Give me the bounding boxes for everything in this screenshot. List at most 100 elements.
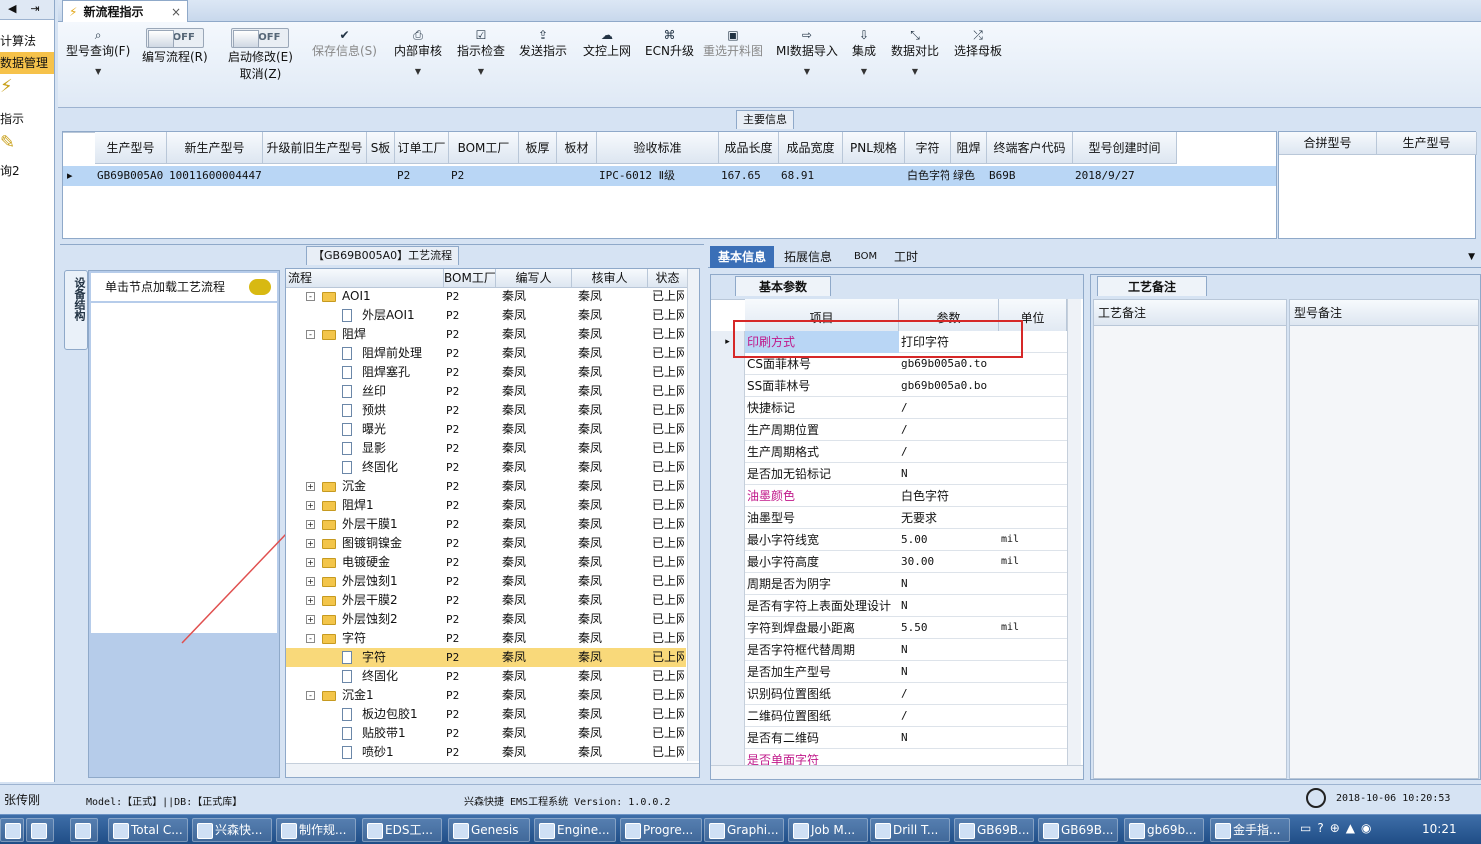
main-info-header[interactable]: 阻焊	[951, 132, 987, 164]
param-value[interactable]: N	[901, 639, 997, 661]
tree-row[interactable]: 曝光 P2 秦凤 秦凤 已上网	[286, 420, 686, 439]
main-info-cell[interactable]: 2018/9/27	[1075, 167, 1175, 185]
expand-toggle-icon[interactable]: +	[306, 553, 315, 572]
mi-import-button[interactable]: ⇨ MI数据导入 ▼	[776, 28, 838, 76]
tree-row[interactable]: + 外层干膜1 P2 秦凤 秦凤 已上网	[286, 515, 686, 534]
main-info-cell[interactable]: 白色字符	[907, 167, 949, 185]
integrate-button[interactable]: ⇩ 集成 ▼	[852, 28, 876, 76]
param-row[interactable]: 二维码位置图纸 /	[711, 705, 1067, 727]
tree-row[interactable]: 终固化 P2 秦凤 秦凤 已上网	[286, 458, 686, 477]
param-row[interactable]: 是否加无铅标记 N	[711, 463, 1067, 485]
expand-toggle-icon[interactable]: -	[306, 287, 315, 306]
param-row[interactable]: 最小字符线宽 5.00 mil	[711, 529, 1067, 551]
tree-row[interactable]: 终固化 P2 秦凤 秦凤 已上网	[286, 667, 686, 686]
model-query-button[interactable]: ⌕ 型号查询(F) ▼	[66, 28, 130, 76]
main-info-cell[interactable]: 68.91	[781, 167, 841, 185]
main-info-header[interactable]: 成品长度	[719, 132, 779, 164]
taskbar-app[interactable]: 制作规...	[276, 818, 356, 842]
chevron-down-icon[interactable]: ▼	[891, 67, 939, 76]
nav-item-instruction[interactable]: 指示	[0, 108, 54, 130]
param-row[interactable]: 是否有二维码 N	[711, 727, 1067, 749]
taskbar-app[interactable]: Graphi...	[704, 818, 784, 842]
exit-icon[interactable]: ⇥	[30, 2, 39, 17]
row-selector[interactable]	[711, 705, 745, 727]
start-modify-toggle[interactable]: OFF 启动修改(E) 取消(Z)	[228, 28, 293, 82]
tree-row[interactable]: + 电镀硬金 P2 秦凤 秦凤 已上网	[286, 553, 686, 572]
taskbar-app[interactable]: 金手指...	[1210, 818, 1290, 842]
param-row[interactable]: 最小字符高度 30.00 mil	[711, 551, 1067, 573]
main-info-header[interactable]: 板材	[557, 132, 597, 164]
main-info-header[interactable]: 成品宽度	[779, 132, 843, 164]
row-selector[interactable]	[711, 617, 745, 639]
param-value[interactable]: /	[901, 419, 997, 441]
param-row[interactable]: 是否字符框代替周期 N	[711, 639, 1067, 661]
tree-row[interactable]: 喷砂1 P2 秦凤 秦凤 已上网	[286, 743, 686, 762]
model-notes-box[interactable]: 型号备注	[1289, 299, 1479, 779]
tree-row[interactable]: 阻焊塞孔 P2 秦凤 秦凤 已上网	[286, 363, 686, 382]
close-icon[interactable]: ×	[171, 5, 181, 19]
main-info-header[interactable]: 验收标准	[597, 132, 719, 164]
param-value[interactable]: 5.50	[901, 617, 997, 639]
chevron-down-icon[interactable]: ▼	[66, 67, 130, 76]
main-info-header[interactable]: 型号创建时间	[1073, 132, 1177, 164]
tree-row[interactable]: + 外层蚀刻1 P2 秦凤 秦凤 已上网	[286, 572, 686, 591]
instruction-check-button[interactable]: ☑ 指示检查 ▼	[457, 28, 505, 76]
taskbar-app[interactable]: Job M...	[788, 818, 868, 842]
tree-row[interactable]: - 阻焊 P2 秦凤 秦凤 已上网	[286, 325, 686, 344]
data-compare-button[interactable]: ⤡ 数据对比 ▼	[891, 28, 939, 76]
row-selector[interactable]	[711, 463, 745, 485]
row-selector[interactable]	[711, 375, 745, 397]
nav-item-query2[interactable]: 询2	[0, 160, 54, 182]
chevron-down-icon[interactable]: ▼	[776, 67, 838, 76]
param-value[interactable]: /	[901, 397, 997, 419]
param-value[interactable]: N	[901, 573, 997, 595]
tray-icons[interactable]: ▭?⊕▲◉	[1300, 821, 1377, 835]
param-row[interactable]: 生产周期格式 /	[711, 441, 1067, 463]
param-row[interactable]: 油墨颜色 白色字符	[711, 485, 1067, 507]
tab-device-structure[interactable]: 设备结构	[64, 270, 88, 350]
tree-row[interactable]: 外层AOI1 P2 秦凤 秦凤 已上网	[286, 306, 686, 325]
param-row[interactable]: 油墨型号 无要求	[711, 507, 1067, 529]
tree-row[interactable]: 字符 P2 秦凤 秦凤 已上网	[286, 648, 686, 667]
main-info-cell[interactable]: 10011600004447	[169, 167, 261, 185]
main-info-header[interactable]: 生产型号	[95, 132, 167, 164]
tree-row[interactable]: + 外层蚀刻2 P2 秦凤 秦凤 已上网	[286, 610, 686, 629]
param-row[interactable]: 是否有字符上表面处理设计 N	[711, 595, 1067, 617]
param-value[interactable]: gb69b005a0.bo	[901, 375, 997, 397]
row-selector[interactable]	[711, 529, 745, 551]
ecn-upgrade-button[interactable]: ⌘ ECN升级	[645, 28, 694, 59]
tree-row[interactable]: 贴胶带1 P2 秦凤 秦凤 已上网	[286, 724, 686, 743]
save-info-button[interactable]: ✔ 保存信息(S)	[312, 28, 377, 59]
param-row[interactable]: 识别码位置图纸 /	[711, 683, 1067, 705]
send-instruction-button[interactable]: ⇪ 发送指示	[519, 28, 567, 59]
tab-new-flow-instruction[interactable]: ⚡ 新流程指示 ×	[62, 0, 188, 22]
taskbar-app[interactable]	[70, 818, 98, 842]
params-vertical-scrollbar[interactable]	[1067, 299, 1081, 765]
param-value[interactable]: 白色字符	[901, 485, 997, 507]
param-value[interactable]: N	[901, 595, 997, 617]
taskbar-app[interactable]: ail	[0, 818, 24, 842]
param-value[interactable]: 无要求	[901, 507, 997, 529]
tree-row[interactable]: 阻焊前处理 P2 秦凤 秦凤 已上网	[286, 344, 686, 363]
tab-basic-params[interactable]: 基本参数	[735, 276, 831, 296]
expand-toggle-icon[interactable]: -	[306, 629, 315, 648]
param-value[interactable]: /	[901, 441, 997, 463]
tab-basic-info[interactable]: 基本信息	[710, 246, 774, 268]
param-row[interactable]: 生产周期位置 /	[711, 419, 1067, 441]
main-info-header[interactable]: 升级前旧生产型号	[263, 132, 367, 164]
row-selector[interactable]	[711, 595, 745, 617]
tree-vertical-scrollbar[interactable]	[687, 269, 699, 761]
taskbar-app[interactable]: Drill T...	[870, 818, 950, 842]
main-info-cell[interactable]: GB69B005A0	[97, 167, 165, 185]
tab-work-hours[interactable]: 工时	[894, 246, 918, 268]
reselect-cut-drawing-button[interactable]: ▣ 重选开料图	[703, 28, 763, 59]
tree-row[interactable]: 显影 P2 秦凤 秦凤 已上网	[286, 439, 686, 458]
param-value[interactable]: N	[901, 727, 997, 749]
param-row[interactable]: 快捷标记 /	[711, 397, 1067, 419]
main-info-cell[interactable]: B69B	[989, 167, 1071, 185]
param-value[interactable]: 5.00	[901, 529, 997, 551]
expand-toggle-icon[interactable]: +	[306, 572, 315, 591]
row-selector[interactable]	[711, 573, 745, 595]
expand-toggle-icon[interactable]: -	[306, 325, 315, 344]
main-info-header[interactable]: 订单工厂	[395, 132, 449, 164]
